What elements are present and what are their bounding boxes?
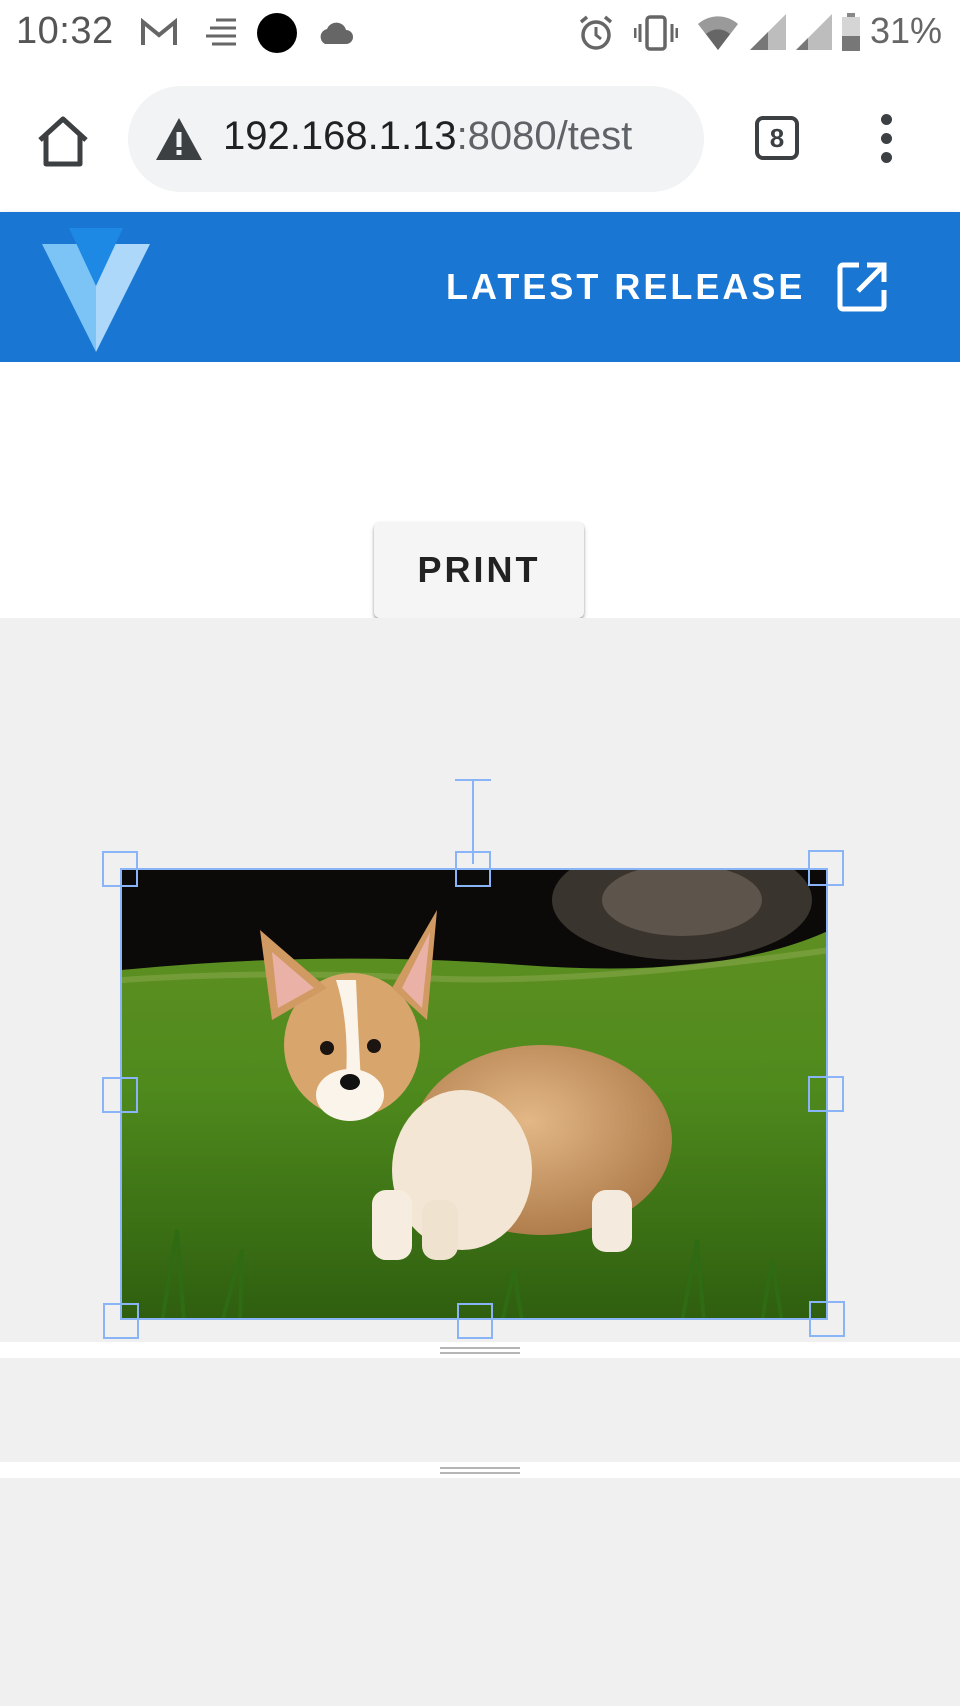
- open-in-new-icon: [837, 262, 887, 312]
- latest-release-link[interactable]: LATEST RELEASE: [446, 262, 889, 312]
- content-top: PRINT: [0, 362, 960, 618]
- vuetify-logo-icon: [42, 228, 150, 352]
- status-bar: 10:32 31%: [0, 0, 960, 68]
- alarm-icon: [579, 15, 613, 50]
- panel-middle: [0, 1358, 960, 1462]
- browser-toolbar: 192.168.1.13:8080/test 8: [0, 68, 960, 212]
- drag-handle-icon[interactable]: [440, 1347, 520, 1354]
- status-time: 10:32: [16, 10, 114, 52]
- corgi-image: [122, 870, 826, 1318]
- news-icon: [206, 18, 236, 46]
- signal-sim1-icon: [750, 14, 786, 50]
- gmail-icon: [141, 18, 177, 45]
- url-host: 192.168.1.13: [223, 114, 457, 158]
- print-button[interactable]: PRINT: [374, 522, 584, 618]
- vibrate-icon: [634, 15, 678, 51]
- battery-percent: 31%: [869, 10, 942, 51]
- url-path: :8080/test: [456, 114, 633, 158]
- dot-icon: [257, 13, 297, 53]
- signal-sim2-icon: [796, 14, 832, 50]
- address-bar[interactable]: 192.168.1.13:8080/test: [128, 86, 704, 192]
- url-text[interactable]: 192.168.1.13:8080/test: [223, 114, 632, 159]
- battery-icon: [842, 13, 860, 51]
- panel-splitter[interactable]: [0, 1342, 960, 1358]
- editor-canvas[interactable]: [0, 618, 960, 1342]
- panel-splitter[interactable]: [0, 1462, 960, 1478]
- warning-icon[interactable]: [154, 114, 204, 164]
- latest-release-label: LATEST RELEASE: [446, 266, 806, 307]
- corgi-photo[interactable]: [120, 868, 828, 1320]
- home-icon[interactable]: [34, 112, 92, 170]
- overflow-menu-icon[interactable]: [875, 114, 897, 166]
- tab-switcher-button[interactable]: 8: [755, 116, 799, 160]
- panel-bottom: [0, 1478, 960, 1706]
- wifi-icon: [698, 16, 738, 50]
- drag-handle-icon[interactable]: [440, 1467, 520, 1474]
- cloud-icon: [320, 22, 353, 44]
- app-bar: LATEST RELEASE: [0, 212, 960, 362]
